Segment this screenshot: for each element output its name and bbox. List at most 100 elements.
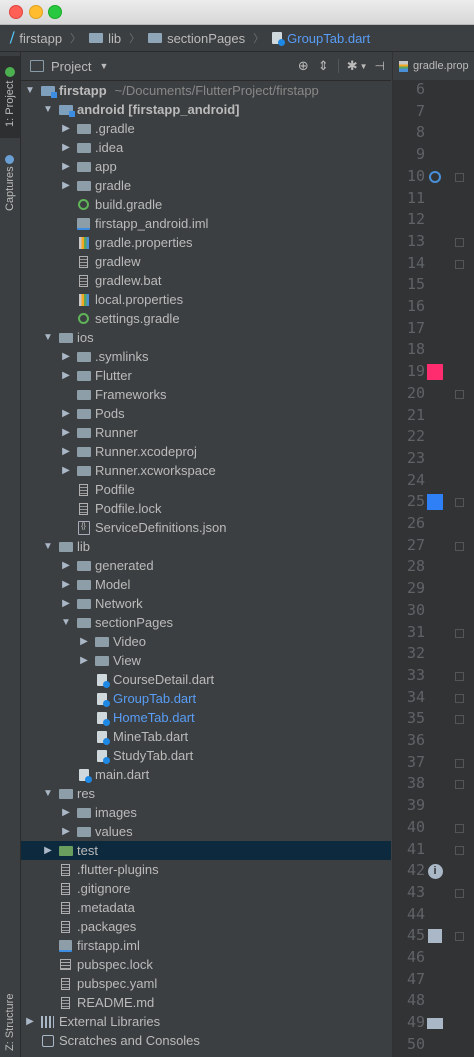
breadcrumb-item[interactable]: lib 〉 [89, 30, 146, 46]
tree-item[interactable]: {} ServiceDefinitions.json [21, 518, 391, 537]
tree-item[interactable]: ▼ sectionPages [21, 613, 391, 632]
collapse-arrow-icon[interactable]: ▶ [60, 560, 72, 571]
tree-item[interactable]: .gitignore [21, 879, 391, 898]
collapse-arrow-icon[interactable]: ▶ [78, 655, 90, 666]
gear-icon[interactable]: ✱ [347, 58, 358, 74]
tree-item[interactable]: main.dart [21, 765, 391, 784]
tab-captures[interactable]: Captures [0, 146, 20, 220]
tree-item[interactable]: HomeTab.dart [21, 708, 391, 727]
fold-marker-icon[interactable] [455, 259, 464, 269]
collapse-arrow-icon[interactable]: ▶ [60, 598, 72, 609]
collapse-arrow-icon[interactable]: ▶ [60, 180, 72, 191]
tree-item[interactable]: README.md [21, 993, 391, 1012]
tree-item[interactable]: ▶ Pods [21, 404, 391, 423]
maximize-window-button[interactable] [48, 5, 62, 19]
expand-arrow-icon[interactable]: ▼ [24, 85, 36, 96]
expand-arrow-icon[interactable]: ▼ [42, 332, 54, 343]
collapse-arrow-icon[interactable]: ▶ [78, 636, 90, 647]
tree-item[interactable]: ▶ .symlinks [21, 347, 391, 366]
tree-item[interactable]: ▼ lib [21, 537, 391, 556]
tree-item[interactable]: Scratches and Consoles [21, 1031, 391, 1050]
fold-marker-icon[interactable] [455, 237, 464, 247]
collapse-arrow-icon[interactable]: ▶ [60, 807, 72, 818]
tree-item[interactable]: ▶ gradle [21, 176, 391, 195]
breadcrumb-item[interactable]: sectionPages 〉 [148, 30, 270, 46]
fold-marker-icon[interactable] [455, 172, 464, 182]
tree-item[interactable]: ▶ Network [21, 594, 391, 613]
tree-item[interactable]: .metadata [21, 898, 391, 917]
collapse-arrow-icon[interactable]: ▶ [60, 370, 72, 381]
tree-item[interactable]: ▶ generated [21, 556, 391, 575]
collapse-icon[interactable]: ⇕ [318, 58, 329, 74]
tree-item[interactable]: ▶ app [21, 157, 391, 176]
tree-item[interactable]: ▶ Video [21, 632, 391, 651]
tree-item[interactable]: ▶ Model [21, 575, 391, 594]
breadcrumb-item[interactable]: ⧸ firstapp 〉 [10, 30, 87, 46]
tree-item[interactable]: GroupTab.dart [21, 689, 391, 708]
override-marker-icon[interactable] [427, 169, 443, 185]
fold-marker-icon[interactable] [455, 932, 464, 942]
fold-marker-icon[interactable] [455, 498, 464, 508]
color-swatch-blue-icon[interactable] [427, 494, 443, 511]
color-swatch-pink-icon[interactable] [427, 364, 443, 381]
tree-item[interactable]: pubspec.yaml [21, 974, 391, 993]
collapse-arrow-icon[interactable]: ▶ [60, 351, 72, 362]
chevron-down-icon[interactable]: ▼ [99, 61, 108, 71]
tree-item[interactable]: local.properties [21, 290, 391, 309]
tree-item[interactable]: ▼ android [firstapp_android] [21, 100, 391, 119]
tree-item[interactable]: .flutter-plugins [21, 860, 391, 879]
tree-item[interactable]: ▶ images [21, 803, 391, 822]
collapse-arrow-icon[interactable]: ▶ [42, 845, 54, 856]
tree-item[interactable]: ▼ firstapp ~/Documents/FlutterProject/firs… [21, 81, 391, 100]
fold-marker-icon[interactable] [455, 693, 464, 703]
fold-marker-icon[interactable] [455, 628, 464, 638]
tree-item[interactable]: firstapp_android.iml [21, 214, 391, 233]
tab-structure[interactable]: Z: Structure [0, 990, 20, 1054]
tree-item[interactable]: pubspec.lock [21, 955, 391, 974]
tree-item[interactable]: ▶ .gradle [21, 119, 391, 138]
tree-item[interactable]: gradlew [21, 252, 391, 271]
expand-arrow-icon[interactable]: ▼ [42, 104, 54, 115]
info-icon[interactable]: i [427, 863, 443, 879]
tree-item[interactable]: CourseDetail.dart [21, 670, 391, 689]
editor-tab[interactable]: gradle.prop [393, 52, 474, 81]
tree-item[interactable]: Podfile [21, 480, 391, 499]
fold-marker-icon[interactable] [455, 715, 464, 725]
tree-item[interactable]: build.gradle [21, 195, 391, 214]
collapse-arrow-icon[interactable]: ▶ [60, 408, 72, 419]
tree-item[interactable]: settings.gradle [21, 309, 391, 328]
collapse-arrow-icon[interactable]: ▶ [60, 579, 72, 590]
collapse-arrow-icon[interactable]: ▶ [60, 427, 72, 438]
expand-arrow-icon[interactable]: ▼ [42, 788, 54, 799]
tree-item[interactable]: MineTab.dart [21, 727, 391, 746]
map-icon[interactable] [427, 928, 443, 944]
collapse-arrow-icon[interactable]: ▶ [60, 161, 72, 172]
tree-item[interactable]: ▶ values [21, 822, 391, 841]
fold-marker-icon[interactable] [455, 823, 464, 833]
tree-item[interactable]: Podfile.lock [21, 499, 391, 518]
tree-item[interactable]: Frameworks [21, 385, 391, 404]
collapse-arrow-icon[interactable]: ▶ [24, 1016, 36, 1027]
fold-marker-icon[interactable] [455, 780, 464, 790]
tree-item[interactable]: ▶ Runner.xcodeproj [21, 442, 391, 461]
tree-item[interactable]: ▶ test [21, 841, 391, 860]
tree-item[interactable]: ▶ External Libraries [21, 1012, 391, 1031]
fold-marker-icon[interactable] [455, 845, 464, 855]
tree-item[interactable]: ▶ View [21, 651, 391, 670]
mail-icon[interactable] [427, 1015, 443, 1031]
tree-item[interactable]: StudyTab.dart [21, 746, 391, 765]
tree-item[interactable]: ▼ res [21, 784, 391, 803]
target-icon[interactable]: ⊕ [298, 58, 309, 74]
minimize-window-button[interactable] [29, 5, 43, 19]
breadcrumb-item[interactable]: GroupTab.dart [272, 31, 370, 46]
fold-marker-icon[interactable] [455, 671, 464, 681]
fold-marker-icon[interactable] [455, 758, 464, 768]
tree-item[interactable]: ▶ Runner [21, 423, 391, 442]
collapse-arrow-icon[interactable]: ▶ [60, 446, 72, 457]
tree-item[interactable]: firstapp.iml [21, 936, 391, 955]
tree-item[interactable]: gradle.properties [21, 233, 391, 252]
collapse-arrow-icon[interactable]: ▶ [60, 142, 72, 153]
tree-item[interactable]: ▼ ios [21, 328, 391, 347]
expand-arrow-icon[interactable]: ▼ [42, 541, 54, 552]
tree-item[interactable]: ▶ Runner.xcworkspace [21, 461, 391, 480]
